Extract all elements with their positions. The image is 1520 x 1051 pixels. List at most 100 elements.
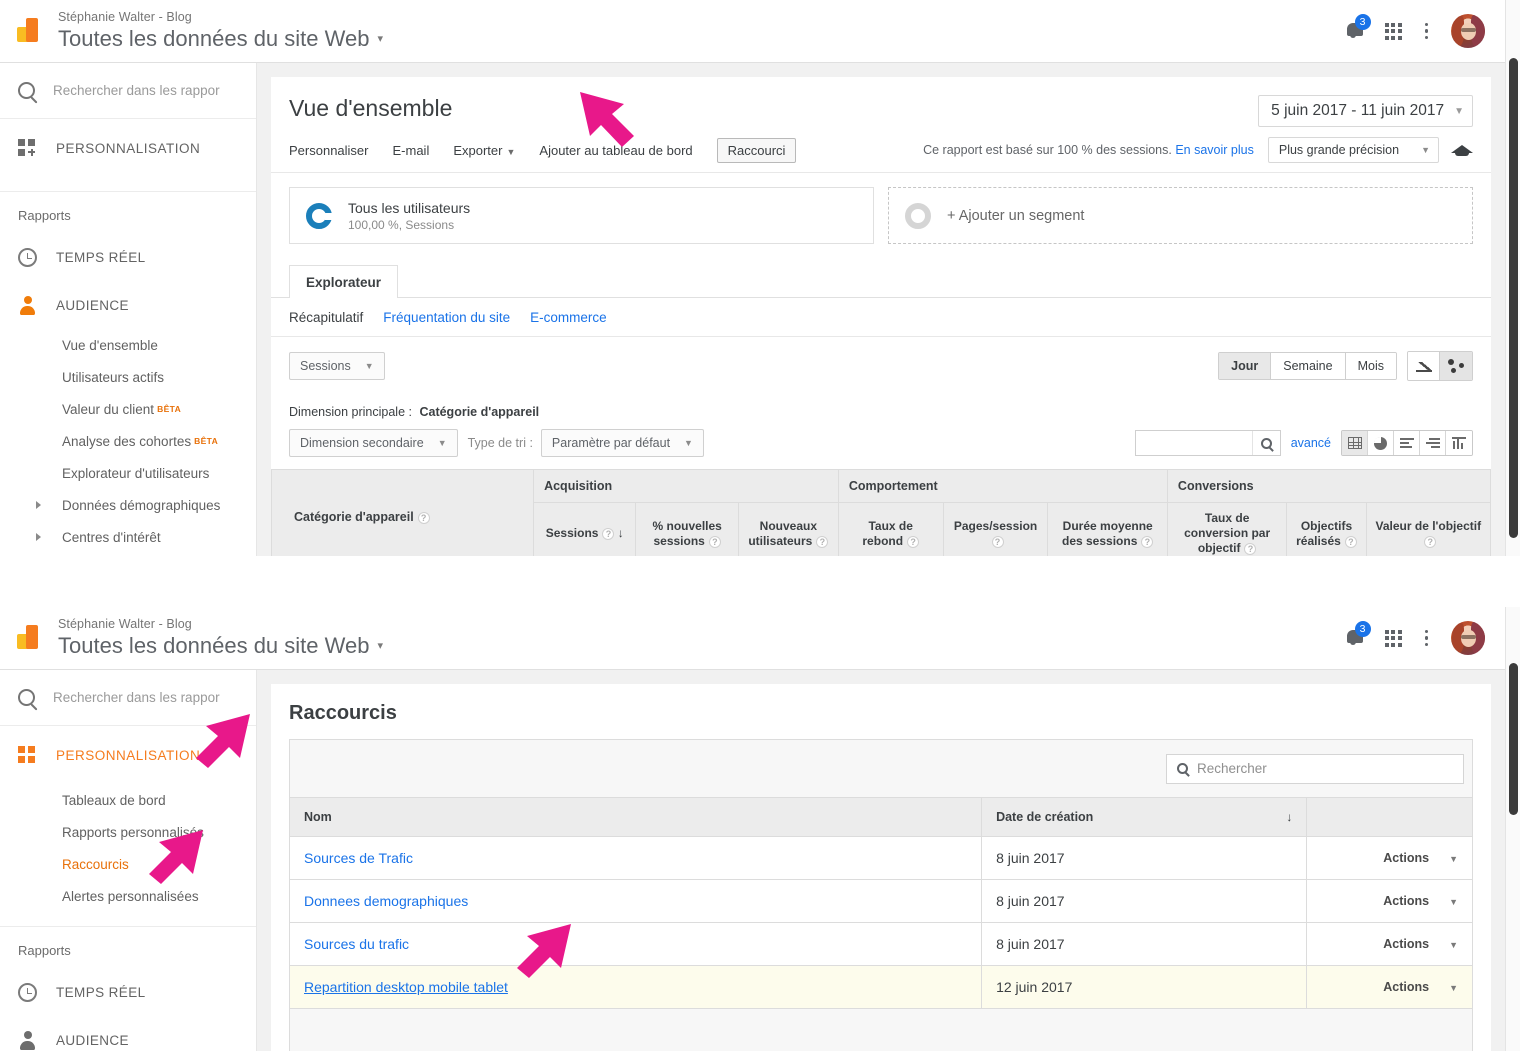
chevron-down-icon: ▾ — [377, 25, 383, 53]
shortcut-link[interactable]: Sources de Trafic — [304, 850, 413, 866]
column-header-pages-session[interactable]: Pages/session? — [943, 503, 1048, 557]
column-header-date-creation[interactable]: Date de création ↓ — [982, 798, 1307, 837]
help-icon[interactable]: ? — [992, 536, 1004, 548]
sidebar-search[interactable]: Rechercher dans les rappor — [0, 63, 256, 119]
precision-select[interactable]: Plus grande précision ▼ — [1268, 137, 1439, 163]
exporter-button[interactable]: Exporter▼ — [453, 143, 515, 158]
view-selector[interactable]: Toutes les données du site Web ▾ — [58, 25, 383, 53]
notifications-button[interactable]: 3 — [1344, 18, 1368, 44]
granularity-mois[interactable]: Mois — [1346, 353, 1396, 379]
secondary-dimension-select[interactable]: Dimension secondaire ▼ — [289, 429, 458, 457]
table-search-button[interactable] — [1252, 431, 1280, 455]
sidebar-item-explorateur-dutilisateurs[interactable]: Explorateur d'utilisateurs — [0, 457, 256, 489]
granularity-semaine[interactable]: Semaine — [1271, 353, 1345, 379]
sidebar-item-audience[interactable]: AUDIENCE — [0, 1016, 256, 1051]
table-view-comparison-button[interactable] — [1420, 431, 1446, 455]
apps-grid-icon[interactable] — [1385, 23, 1402, 40]
column-header-nouvelles-sessions[interactable]: % nouvelles sessions? — [636, 503, 738, 557]
table-search-input[interactable] — [1135, 430, 1281, 456]
help-icon[interactable]: ? — [907, 536, 919, 548]
sidebar-item-raccourcis[interactable]: Raccourcis — [0, 848, 256, 880]
email-button[interactable]: E-mail — [393, 143, 430, 158]
sidebar-item-analyse-des-cohortes[interactable]: Analyse des cohortes BÊTA — [0, 425, 256, 457]
sidebar-item-tableaux-de-bord[interactable]: Tableaux de bord — [0, 784, 256, 816]
personnaliser-button[interactable]: Personnaliser — [289, 143, 369, 158]
sidebar-item-temps-reel[interactable]: TEMPS RÉEL — [0, 968, 256, 1016]
sidebar-item-donnees-demographiques[interactable]: Données démographiques — [0, 489, 256, 521]
add-segment-button[interactable]: + Ajouter un segment — [888, 187, 1473, 244]
shortcuts-search-input[interactable]: Rechercher — [1166, 754, 1464, 784]
column-header-sessions[interactable]: Sessions? ↓ — [534, 503, 636, 557]
help-icon[interactable]: ? — [1244, 543, 1256, 555]
graduation-cap-icon[interactable] — [1451, 142, 1473, 158]
sampling-learn-more-link[interactable]: En savoir plus — [1175, 143, 1254, 157]
date-range-picker[interactable]: 5 juin 2017 - 11 juin 2017 ▼ — [1258, 95, 1473, 127]
sidebar-item-donnees-geographiques[interactable]: Données géographiques — [0, 553, 256, 556]
sidebar-item-utilisateurs-actifs[interactable]: Utilisateurs actifs — [0, 361, 256, 393]
shortcut-link[interactable]: Repartition desktop mobile tablet — [304, 979, 508, 995]
column-header-valeur-objectif[interactable]: Valeur de l'objectif? — [1366, 503, 1490, 557]
subtab-e-commerce[interactable]: E-commerce — [530, 310, 607, 325]
sidebar-item-rapports-personnalises[interactable]: Rapports personnalisés — [0, 816, 256, 848]
help-icon[interactable]: ? — [1424, 536, 1436, 548]
avatar[interactable] — [1451, 621, 1485, 655]
table-view-percent-button[interactable] — [1368, 431, 1394, 455]
bubble-chart-button[interactable] — [1440, 352, 1472, 380]
table-view-performance-button[interactable] — [1394, 431, 1420, 455]
subtab-recapitulatif[interactable]: Récapitulatif — [289, 310, 363, 325]
column-header-nom[interactable]: Nom — [290, 798, 982, 837]
scrollbar-thumb[interactable] — [1509, 663, 1518, 815]
advanced-filter-link[interactable]: avancé — [1291, 436, 1331, 450]
help-icon[interactable]: ? — [1345, 536, 1357, 548]
raccourci-button[interactable]: Raccourci — [717, 138, 797, 163]
shortcut-actions-cell[interactable]: Actions▼ — [1307, 837, 1473, 880]
shortcut-link[interactable]: Donnees demographiques — [304, 893, 468, 909]
subtab-frequentation-du-site[interactable]: Fréquentation du site — [383, 310, 510, 325]
table-view-pivot-button[interactable] — [1446, 431, 1472, 455]
shortcut-actions-cell[interactable]: Actions▼ — [1307, 966, 1473, 1009]
help-icon[interactable]: ? — [418, 512, 430, 524]
shortcut-link[interactable]: Sources du trafic — [304, 936, 409, 952]
page-scrollbar-bottom[interactable] — [1505, 607, 1520, 1051]
more-options-icon[interactable] — [1419, 23, 1435, 40]
view-selector[interactable]: Toutes les données du site Web ▾ — [58, 632, 383, 660]
shortcuts-card: Raccourcis Rechercher Nom Date de créat — [271, 684, 1491, 1051]
column-header-nouveaux-utilisateurs[interactable]: Nouveaux utilisateurs? — [738, 503, 838, 557]
avatar[interactable] — [1451, 14, 1485, 48]
scrollbar-thumb[interactable] — [1509, 58, 1518, 538]
sidebar-item-personnalisation[interactable]: PERSONNALISATION — [0, 726, 256, 784]
table-view-default-button[interactable] — [1342, 431, 1368, 455]
column-header-taux-de-rebond[interactable]: Taux de rebond? — [838, 503, 943, 557]
ajouter-tableau-de-bord-button[interactable]: Ajouter au tableau de bord — [539, 143, 692, 158]
primary-dimension-value[interactable]: Catégorie d'appareil — [419, 405, 539, 419]
sidebar-item-valeur-du-client[interactable]: Valeur du client BÊTA — [0, 393, 256, 425]
sort-type-select[interactable]: Paramètre par défaut ▼ — [541, 429, 704, 457]
segment-all-users[interactable]: Tous les utilisateurs 100,00 %, Sessions — [289, 187, 874, 244]
sidebar-item-alertes-personnalisees[interactable]: Alertes personnalisées — [0, 880, 256, 912]
apps-grid-icon[interactable] — [1385, 630, 1402, 647]
help-icon[interactable]: ? — [709, 536, 721, 548]
table-dimension-header[interactable]: Catégorie d'appareil? — [272, 470, 534, 557]
tab-explorateur[interactable]: Explorateur — [289, 265, 398, 298]
sidebar-item-centres-dinteret[interactable]: Centres d'intérêt — [0, 521, 256, 553]
column-header-taux-conversion[interactable]: Taux de conversion par objectif? — [1167, 503, 1286, 557]
granularity-jour[interactable]: Jour — [1219, 353, 1271, 379]
sidebar-search[interactable]: Rechercher dans les rappor — [0, 670, 256, 726]
more-options-icon[interactable] — [1419, 630, 1435, 647]
sidebar-item-personnalisation[interactable]: PERSONNALISATION — [0, 119, 256, 177]
shortcut-actions-cell[interactable]: Actions▼ — [1307, 923, 1473, 966]
help-icon[interactable]: ? — [816, 536, 828, 548]
sidebar-item-audience[interactable]: AUDIENCE — [0, 281, 256, 329]
notifications-button[interactable]: 3 — [1344, 625, 1368, 651]
sidebar-item-temps-reel[interactable]: TEMPS RÉEL — [0, 233, 256, 281]
sidebar-item-vue-densemble[interactable]: Vue d'ensemble — [0, 329, 256, 361]
help-icon[interactable]: ? — [602, 528, 614, 540]
metric-select[interactable]: Sessions ▼ — [289, 352, 385, 380]
column-header-duree-moyenne[interactable]: Durée moyenne des sessions? — [1048, 503, 1167, 557]
shortcut-actions-cell[interactable]: Actions▼ — [1307, 880, 1473, 923]
page-scrollbar-top[interactable] — [1505, 0, 1520, 556]
help-icon[interactable]: ? — [1141, 536, 1153, 548]
segment-title: Tous les utilisateurs — [348, 199, 470, 217]
column-header-objectifs-realises[interactable]: Objectifs réalisés? — [1287, 503, 1366, 557]
line-chart-button[interactable] — [1408, 352, 1440, 380]
